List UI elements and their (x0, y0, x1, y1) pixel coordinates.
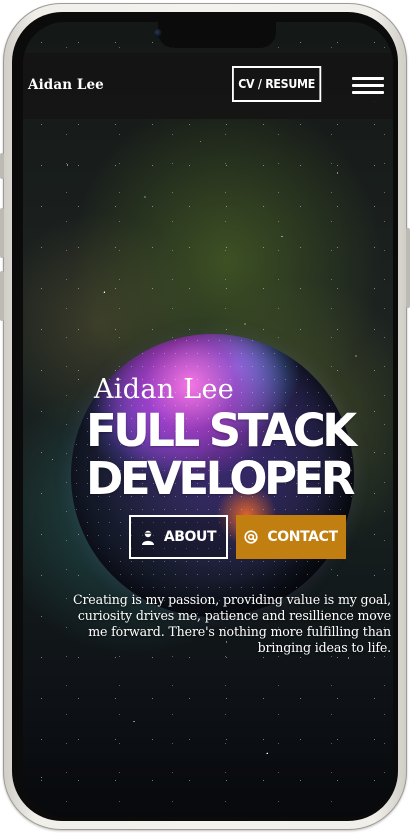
camera-notch (158, 22, 276, 48)
hamburger-menu-icon[interactable] (352, 77, 384, 95)
brand-name[interactable]: Aidan Lee (28, 77, 104, 93)
bio-paragraph: Creating is my passion, providing value … (72, 591, 391, 656)
hero-title-line-2: DEVELOPER (86, 452, 355, 505)
top-navbar: Aidan Lee CV / RESUME (23, 53, 393, 119)
cv-resume-button[interactable]: CV / RESUME (232, 66, 322, 102)
menu-line (352, 91, 384, 94)
about-button[interactable]: ABOUT (129, 515, 228, 559)
phone-screen: Aidan Lee CV / RESUME Aidan Lee FULL STA… (23, 22, 393, 817)
volume-down-button (0, 271, 4, 321)
volume-up-button (0, 208, 4, 258)
contact-button-label: CONTACT (267, 529, 338, 545)
mute-switch (0, 153, 4, 179)
hero-name: Aidan Lee (94, 374, 235, 405)
front-camera (154, 29, 162, 37)
phone-frame: Aidan Lee CV / RESUME Aidan Lee FULL STA… (0, 3, 410, 830)
hero-title: FULL STACK DEVELOPER (86, 407, 386, 503)
power-button (406, 228, 410, 308)
home-indicator (143, 805, 273, 809)
menu-line (352, 84, 384, 87)
hero-title-line-1: FULL STACK (86, 404, 357, 457)
menu-line (352, 77, 384, 80)
user-icon (141, 530, 155, 545)
at-sign-icon (244, 530, 258, 544)
about-button-label: ABOUT (163, 529, 217, 545)
contact-button[interactable]: CONTACT (236, 515, 346, 559)
